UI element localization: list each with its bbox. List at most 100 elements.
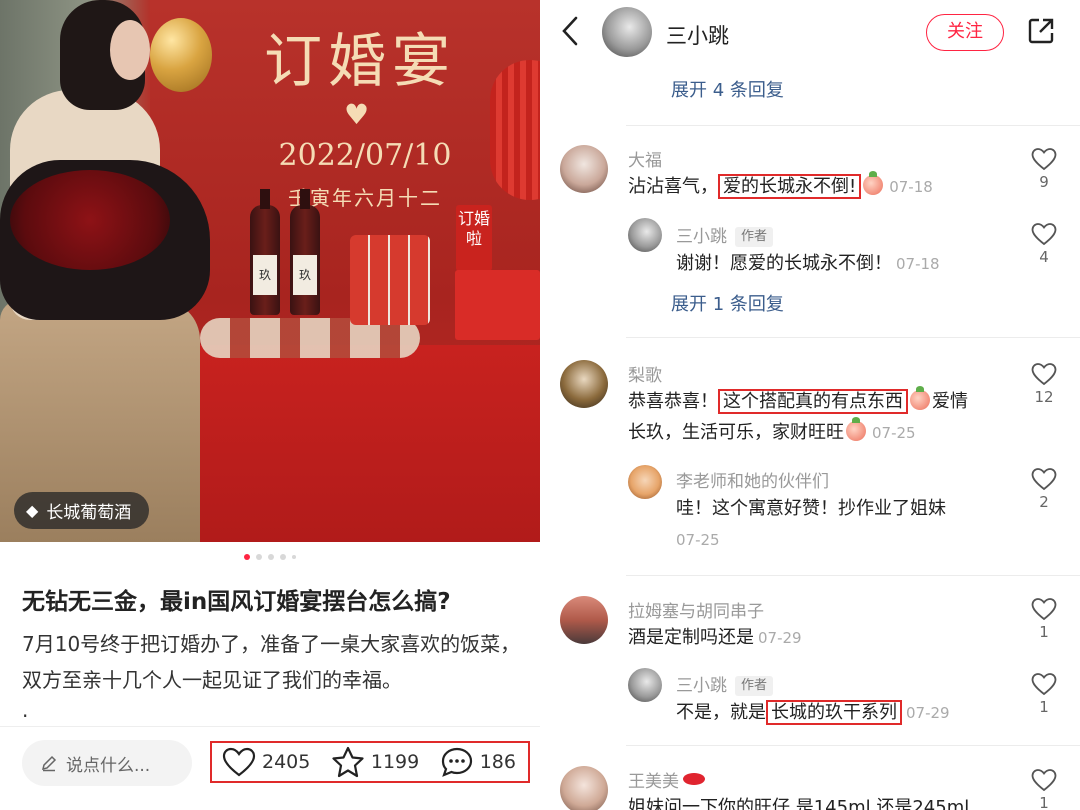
wine-bottle: 玖: [290, 189, 320, 315]
comment-time: 07-25: [872, 424, 916, 442]
comment-button[interactable]: 186: [440, 746, 516, 778]
carousel-dot[interactable]: [256, 554, 262, 560]
image-date: 2022/07/10: [278, 138, 452, 173]
heart-icon: [1031, 598, 1057, 621]
comment-time: 07-29: [758, 629, 802, 647]
peach-emoji-icon: [863, 171, 884, 195]
comment-input[interactable]: 说点什么...: [22, 740, 192, 786]
author-badge: 作者: [735, 227, 774, 247]
reply-avatar[interactable]: [628, 465, 662, 499]
reply-like-count: 4: [1039, 248, 1049, 266]
gift-boxes: [455, 270, 540, 340]
engagement-bar: 2405 1199 186: [210, 741, 530, 783]
reply-like-button[interactable]: 1: [1026, 672, 1062, 716]
expand-replies-link[interactable]: 展开 1 条回复: [671, 290, 784, 316]
author-badge: 作者: [735, 676, 774, 696]
comment-time: 07-18: [889, 178, 933, 196]
highlighted-text: 长城的玖干系列: [766, 700, 902, 725]
post-body: 7月10号终于把订婚办了，准备了一桌大家喜欢的饭菜，双方至亲十几个人一起见证了我…: [22, 632, 521, 692]
lips-emoji-icon: [683, 773, 705, 785]
expand-replies-link[interactable]: 展开 4 条回复: [671, 76, 784, 102]
comment-text: 酒是定制吗还是 07-29: [628, 627, 802, 648]
paper-fan-decoration: [490, 60, 540, 200]
carousel-dot[interactable]: [292, 555, 296, 559]
carousel-dot[interactable]: [280, 554, 286, 560]
comment-count: 186: [479, 751, 516, 773]
comment-like-button[interactable]: 1: [1026, 768, 1062, 810]
author-name[interactable]: 三小跳: [666, 20, 729, 50]
highlighted-text: 爱的长城永不倒!: [718, 174, 862, 199]
reply-avatar[interactable]: [628, 668, 662, 702]
engagement-sign: 订婚啦: [456, 205, 492, 271]
reply-time: 07-25: [676, 531, 720, 549]
back-arrow-icon[interactable]: [560, 14, 580, 56]
author-avatar[interactable]: [602, 7, 652, 57]
comment-bubble-icon: [441, 747, 472, 777]
comment-text-line2: 长玖，生活可乐，家财旺旺 07-25: [628, 417, 916, 443]
commenter-name[interactable]: 梨歌: [628, 361, 662, 386]
comment-like-count: 1: [1039, 623, 1049, 641]
collect-button[interactable]: 1199: [331, 746, 419, 778]
comment-like-button[interactable]: 9: [1026, 147, 1062, 191]
share-icon[interactable]: [1026, 16, 1056, 50]
divider: [626, 125, 1080, 126]
heart-icon: [222, 747, 256, 777]
heart-icon: [1031, 673, 1057, 696]
divider: [0, 726, 540, 727]
post-title: 无钻无三金，最in国风订婚宴摆台怎么搞?: [22, 589, 451, 615]
reply-text: 不是，就是 长城的玖干系列 07-29: [676, 700, 950, 725]
screenshot-root: 订婚宴 ♥ 2022/07/10 壬寅年六月十二 订婚啦 玖 玖 ◆ 长城葡萄酒: [0, 0, 1080, 810]
comment-text: 恭喜恭喜！ 这个搭配真的有点东西 爱情: [628, 386, 968, 414]
reply-name[interactable]: 李老师和她的伙伴们: [676, 467, 829, 492]
reply-time-line: 07-25: [676, 525, 720, 555]
brand-tag[interactable]: ◆ 长城葡萄酒: [14, 492, 150, 529]
comment-placeholder: 说点什么...: [66, 755, 151, 776]
wine-bottle: 玖: [250, 189, 280, 315]
reply-name[interactable]: 三小跳 作者: [676, 222, 774, 247]
commenter-avatar[interactable]: [560, 360, 608, 408]
heart-icon: [1031, 148, 1057, 171]
brand-tag-label: 长城葡萄酒: [46, 503, 132, 523]
follow-button[interactable]: 关注: [926, 14, 1004, 51]
carousel-dot[interactable]: [244, 554, 250, 560]
comment-text: 沾沾喜气， 爱的长城永不倒! 07-18: [628, 171, 933, 199]
commenter-name[interactable]: 拉姆塞与胡同串子: [628, 597, 764, 622]
reply-like-count: 2: [1039, 493, 1049, 511]
post-image[interactable]: 订婚宴 ♥ 2022/07/10 壬寅年六月十二 订婚啦 玖 玖 ◆ 长城葡萄酒: [0, 0, 540, 542]
divider: [626, 745, 1080, 746]
reply-text: 哇！这个寓意好赞！抄作业了姐妹: [676, 498, 946, 519]
post-body-trailing: .: [22, 698, 29, 722]
comment-text: 姐妹问一下你的旺仔 是145ml 还是245ml: [628, 797, 970, 810]
comment-like-count: 12: [1034, 388, 1054, 406]
heart-icon: [1031, 468, 1057, 491]
heart-decoration-icon: ♥: [344, 98, 370, 131]
collect-count: 1199: [370, 751, 420, 773]
like-count: 2405: [262, 751, 311, 773]
peach-emoji-icon: [910, 386, 930, 410]
commenter-name[interactable]: 大福: [628, 146, 662, 171]
reply-time: 07-29: [906, 704, 950, 722]
comment-like-button[interactable]: 1: [1026, 597, 1062, 641]
reply-time: 07-18: [896, 255, 940, 273]
divider: [626, 575, 1080, 576]
comments-panel: 三小跳 关注 展开 4 条回复 大福 沾沾喜气， 爱的长城永不倒! 07-18 9 …: [540, 0, 1080, 810]
tag-icon: ◆: [26, 501, 39, 520]
carousel-dot[interactable]: [268, 554, 274, 560]
commenter-name[interactable]: 王美美: [628, 767, 705, 792]
commenter-avatar[interactable]: [560, 145, 608, 193]
woman-figure: [0, 0, 250, 542]
commenter-avatar[interactable]: [560, 596, 608, 644]
reply-text: 谢谢！愿爱的长城永不倒！ 07-18: [676, 253, 940, 274]
heart-icon: [1031, 769, 1057, 792]
reply-name[interactable]: 三小跳 作者: [676, 671, 774, 696]
divider: [626, 337, 1080, 338]
reply-like-button[interactable]: 2: [1026, 467, 1062, 511]
carousel-indicator: [0, 554, 540, 560]
comment-like-button[interactable]: 12: [1026, 362, 1062, 406]
reply-like-button[interactable]: 4: [1026, 222, 1062, 266]
commenter-avatar[interactable]: [560, 766, 608, 810]
reply-avatar[interactable]: [628, 218, 662, 252]
highlighted-text: 这个搭配真的有点东西: [718, 389, 908, 414]
star-icon: [332, 746, 364, 778]
like-button[interactable]: 2405: [222, 747, 310, 777]
